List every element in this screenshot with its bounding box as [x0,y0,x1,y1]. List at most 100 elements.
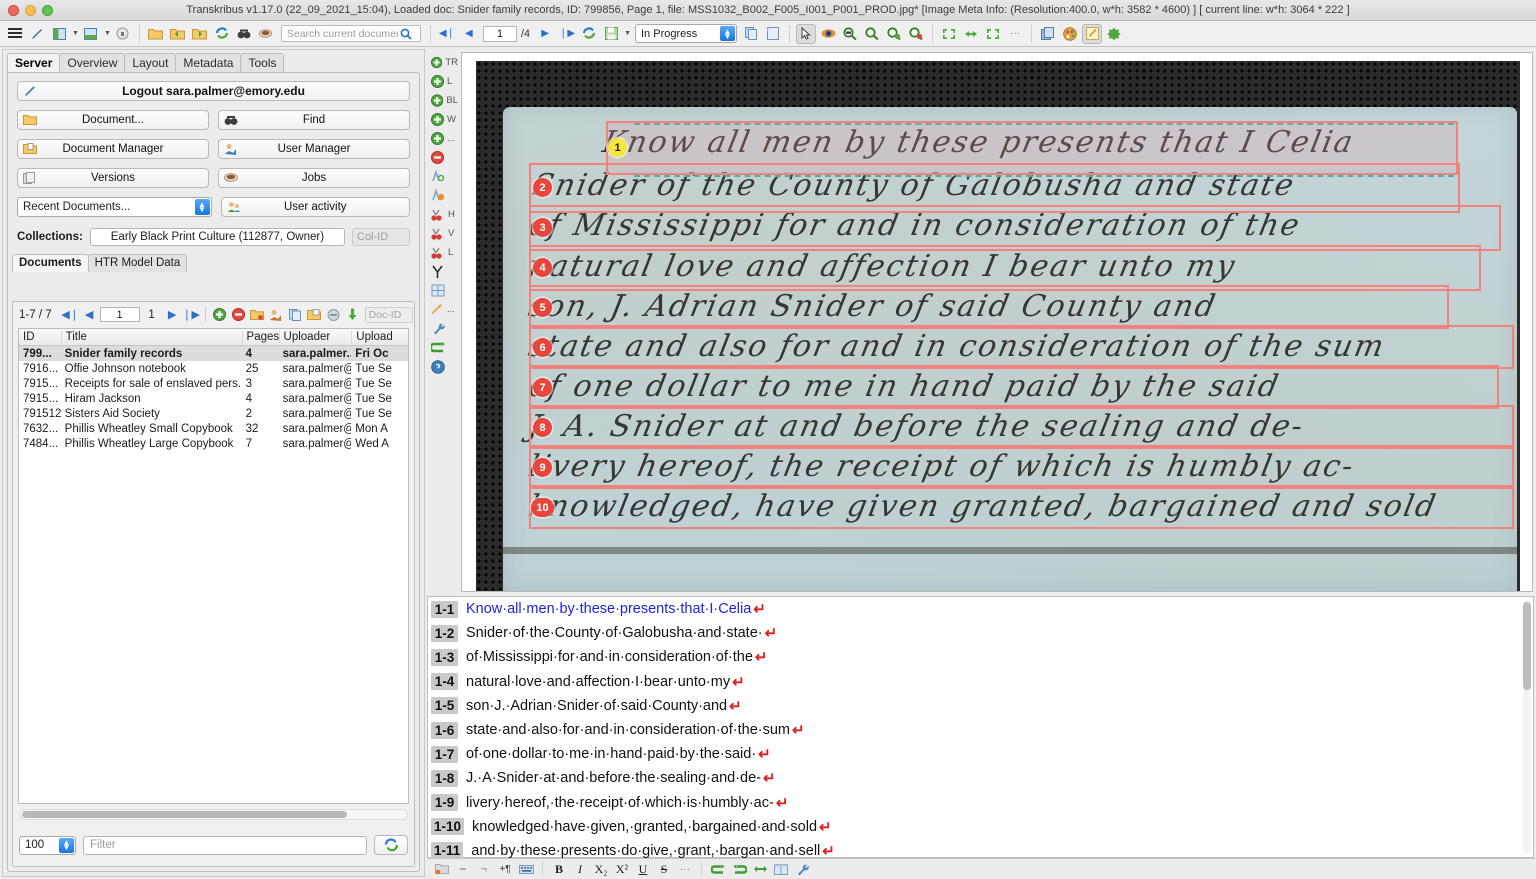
tab-overview[interactable]: Overview [59,53,126,72]
line-number-10[interactable]: 10 [531,498,554,517]
export-document-icon[interactable] [190,24,210,44]
split-line-tool[interactable]: L [428,243,458,262]
fit-width-icon[interactable] [961,24,981,44]
find-icon[interactable] [234,24,254,44]
transcription-line[interactable]: 1-6 state·and·also·for·and·in·considerati… [428,718,1533,742]
table-row[interactable]: 7916... Offie Johnson notebook 25 sara.palm… [19,361,408,376]
filter-input[interactable]: Filter [83,835,367,855]
plugin-icon[interactable] [1104,24,1124,44]
zoom-icon[interactable] [862,24,882,44]
zoom-fit-width-icon[interactable] [840,24,860,44]
collection-selector[interactable]: Early Black Print Culture (112877, Owner… [89,228,345,246]
fit-selection-icon[interactable] [983,24,1003,44]
underline-button[interactable]: U [634,861,652,878]
coffee-icon[interactable] [256,24,276,44]
copy-icon[interactable] [741,24,761,44]
scrollbar-thumb[interactable] [1523,602,1531,690]
tab-server[interactable]: Server [7,53,61,72]
line-number-1[interactable]: 1 [608,138,627,157]
page-size-dropdown[interactable]: 100 ▲ ▼ [19,835,76,855]
more-icon[interactable]: ··· [676,861,694,878]
line-text[interactable]: state·and·also·for·and·in·consideration·… [466,722,790,738]
transcription-line[interactable]: 1-2 Snider·of·the·County·of·Galobusha·and… [428,621,1533,645]
next-page-icon[interactable]: ▶ [535,24,555,44]
line-number-2[interactable]: 2 [533,178,552,197]
edit-tool[interactable]: ... [428,300,458,319]
line-text[interactable]: natural·love·and·affection·I·bear·unto·m… [466,674,730,690]
find-button[interactable]: Find [218,110,410,130]
reading-order-icon[interactable] [751,861,769,878]
line-number-4[interactable]: 4 [533,258,552,277]
last-page-icon[interactable]: ❘▶ [557,24,577,44]
merge-tool[interactable] [428,262,458,281]
column-header-upload[interactable]: Upload [351,331,408,343]
edit-baseline-tool[interactable] [428,186,458,205]
transcription-line[interactable]: 1-4 natural·love·and·affection·I·bear·unt… [428,670,1533,694]
subtab-htr-model-data[interactable]: HTR Model Data [87,254,188,272]
table-row[interactable]: 7915... Hiram Jackson 4 sara.palmer@...Tue … [19,391,408,406]
prev-page-icon[interactable]: ◀ [459,24,479,44]
split-horizontal-tool[interactable]: H [428,205,458,224]
user-activity-button[interactable]: User activity [220,197,410,217]
superscript-button[interactable]: X² [613,861,631,878]
transcription-line[interactable]: 1-10 knowledged·have·given,·granted,·barg… [428,815,1533,839]
table-row[interactable]: 799... Snider family records 4 sara.palmer.… [19,346,408,361]
transcription-line[interactable]: 1-9 livery·hereof,·the·receipt·of·which·i… [428,791,1533,815]
line-text[interactable]: of·one·dollar·to·me·in·hand·paid·by·the·… [466,746,756,762]
search-field[interactable] [284,26,400,41]
transcription-lines[interactable]: 1-1 Know·all·men·by·these·presents·that·I… [428,597,1533,863]
docs-page-input[interactable]: 1 [99,307,140,322]
transcription-scrollbar[interactable] [1523,600,1531,854]
line-text[interactable]: Know·all·men·by·these·presents·that·I·Ce… [466,601,751,617]
split-vertical-icon[interactable] [81,24,101,44]
line-text[interactable]: knowledged·have·given,·granted,·bargaine… [472,819,817,835]
undo-tool[interactable] [428,338,458,357]
add-baseline-region-tool[interactable] [428,167,458,186]
line-box-9[interactable] [529,445,1514,489]
pen-icon[interactable] [27,24,47,44]
next-page-icon[interactable]: ▶ [164,306,181,323]
table-row[interactable]: 791512Sisters Aid Society 2 sara.palmer@..… [19,406,408,421]
line-number-6[interactable]: 6 [533,338,552,357]
help-tool[interactable] [428,357,458,376]
chevron-updown-icon[interactable]: ▲ ▼ [194,199,210,215]
search-input[interactable] [280,25,421,42]
dash-icon[interactable]: − [454,861,472,878]
line-number-8[interactable]: 8 [533,418,552,437]
line-number-9[interactable]: 9 [533,458,552,477]
tab-metadata[interactable]: Metadata [175,53,242,72]
add-line-tool[interactable]: L [428,72,458,91]
prev-page-icon[interactable]: ◀ [81,306,98,323]
eye-icon[interactable] [818,24,838,44]
line-number-7[interactable]: 7 [533,378,552,397]
line-box-6[interactable] [529,325,1514,369]
jobs-button[interactable]: Jobs [218,168,410,188]
docid-input[interactable]: Doc-ID [364,306,413,323]
delete-document-icon[interactable] [230,306,247,323]
column-header-title[interactable]: Title [60,331,242,343]
more-icon[interactable]: ··· [1005,24,1025,44]
documents-horizontal-scrollbar[interactable] [19,809,408,820]
status-dropdown[interactable]: In Progress ▲ ▼ [635,24,737,43]
colid-input[interactable]: Col-ID [352,228,410,246]
line-number-3[interactable]: 3 [533,218,552,237]
subtab-documents[interactable]: Documents [12,254,89,272]
paste-icon[interactable] [763,24,783,44]
line-text[interactable]: J.·A·Snider·at·and·before·the·sealing·an… [466,770,761,786]
first-page-icon[interactable]: ◀❘ [437,24,457,44]
layers-icon[interactable] [1038,24,1058,44]
add-textregion-tool[interactable]: TR [428,53,458,72]
line-box-5[interactable] [529,285,1449,329]
transcription-line[interactable]: 1-5 son·J.·Adrian·Snider·of·said·County·a… [428,694,1533,718]
zoom-out-icon[interactable] [906,24,926,44]
lock-icon[interactable] [113,24,133,44]
save-icon[interactable] [601,24,621,44]
reload-icon[interactable] [212,24,232,44]
line-text[interactable]: son·J.·Adrian·Snider·of·said·County·and [466,698,727,714]
delete-element-tool[interactable] [428,148,458,167]
edit-icon[interactable] [1082,23,1102,44]
split-horizontal-icon[interactable] [49,24,69,44]
fit-page-icon[interactable] [939,24,959,44]
line-number-5[interactable]: 5 [533,298,552,317]
column-header-id[interactable]: ID [19,331,61,343]
